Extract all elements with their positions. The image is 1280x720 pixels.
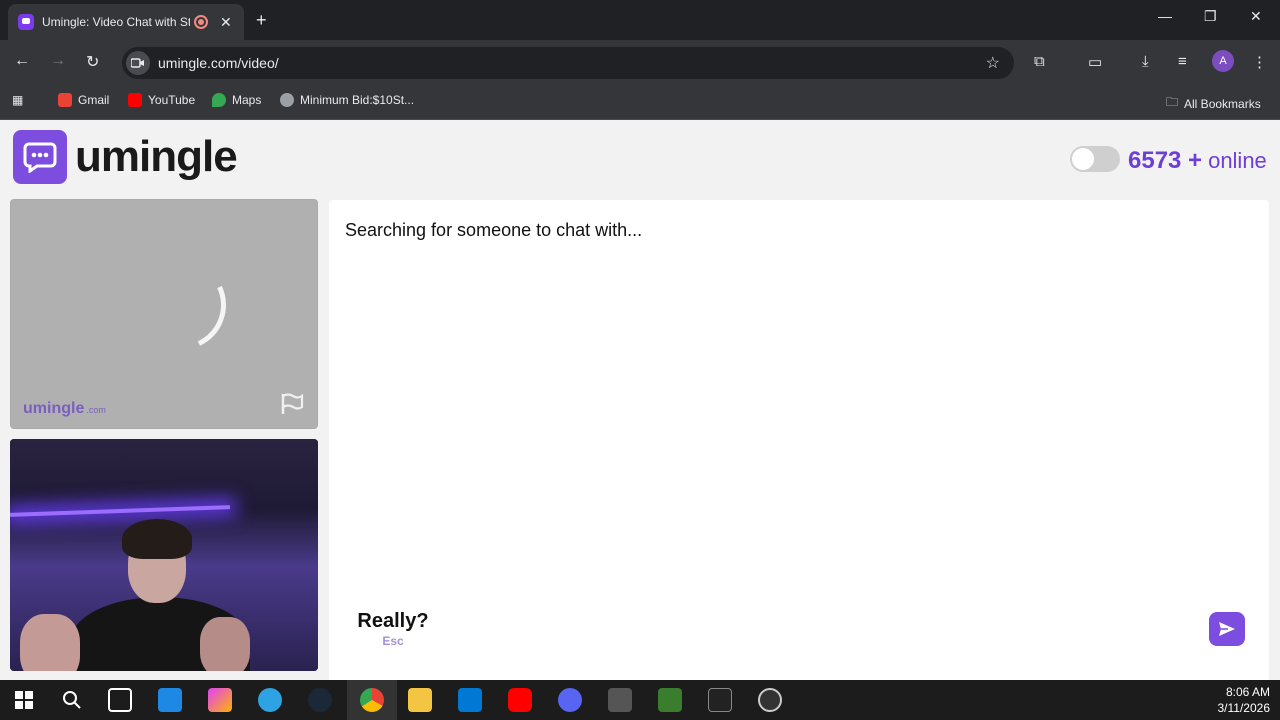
online-label: online bbox=[1208, 148, 1267, 173]
url-text: umingle.com/video/ bbox=[158, 55, 279, 71]
steam-icon[interactable] bbox=[308, 688, 332, 712]
online-count: 6573 + bbox=[1128, 147, 1203, 174]
close-tab-icon[interactable]: ✕ bbox=[220, 14, 232, 31]
new-tab-button[interactable]: + bbox=[256, 10, 267, 31]
browser-toolbar: ← → ↻ umingle.com/video/ ☆ ⧉ ▭ ⤓ ≡ A ⋮ bbox=[0, 40, 1280, 86]
windows-taskbar: 8:06 AM 3/11/2026 bbox=[0, 680, 1280, 720]
online-counter: 6573 + online bbox=[1128, 147, 1267, 175]
youtube-app-icon[interactable] bbox=[508, 688, 532, 712]
extensions-icon[interactable]: ⧉ bbox=[1034, 53, 1045, 70]
bookmark-star-icon[interactable]: ☆ bbox=[986, 53, 1000, 73]
stop-button-label: Really? bbox=[357, 610, 429, 632]
theme-toggle[interactable] bbox=[1070, 146, 1120, 172]
browser-tab[interactable]: Umingle: Video Chat with Strangers ✕ bbox=[8, 4, 244, 40]
toggle-knob bbox=[1072, 148, 1094, 170]
chat-bubble-logo-icon bbox=[13, 130, 67, 184]
umingle-page: umingle 6573 + online umingle .com Searc… bbox=[0, 121, 1280, 697]
outlook-icon[interactable] bbox=[158, 688, 182, 712]
address-bar[interactable]: umingle.com/video/ ☆ bbox=[122, 47, 1014, 79]
stop-button[interactable]: Really? Esc bbox=[329, 587, 457, 671]
bookmarks-bar: ▦ Gmail YouTube Maps Minimum Bid:$10St..… bbox=[0, 86, 1280, 120]
task-view-icon[interactable] bbox=[108, 688, 132, 712]
minimize-icon[interactable]: — bbox=[1158, 8, 1172, 24]
logo-text: umingle bbox=[75, 132, 238, 181]
media-controls-icon[interactable]: ≡ bbox=[1178, 53, 1187, 70]
folder-icon: 🗀 bbox=[1166, 95, 1179, 109]
chrome-icon[interactable] bbox=[360, 688, 384, 712]
capcut-icon[interactable] bbox=[708, 688, 732, 712]
report-flag-icon[interactable] bbox=[279, 392, 305, 416]
close-window-icon[interactable]: ✕ bbox=[1250, 8, 1262, 25]
apps-grid-icon[interactable]: ▦ bbox=[12, 93, 23, 107]
roblox-icon[interactable] bbox=[608, 688, 632, 712]
loading-spinner-icon bbox=[123, 247, 239, 363]
self-video bbox=[10, 439, 318, 671]
back-icon[interactable]: ← bbox=[14, 52, 30, 70]
stop-button-hint: Esc bbox=[382, 634, 404, 648]
search-icon[interactable] bbox=[60, 688, 84, 712]
minecraft-icon[interactable] bbox=[658, 688, 682, 712]
reload-icon[interactable]: ↻ bbox=[86, 52, 99, 72]
bookmark-gmail[interactable]: Gmail bbox=[58, 93, 109, 107]
message-input[interactable] bbox=[467, 587, 1269, 671]
send-icon bbox=[1219, 622, 1235, 636]
maps-icon bbox=[212, 93, 226, 107]
microsoft-store-icon[interactable] bbox=[458, 688, 482, 712]
umingle-favicon-icon bbox=[18, 14, 34, 30]
gmail-icon bbox=[58, 93, 72, 107]
system-clock[interactable]: 8:06 AM 3/11/2026 bbox=[1218, 684, 1271, 716]
cast-icon[interactable]: ▭ bbox=[1088, 53, 1102, 71]
bookmark-youtube[interactable]: YouTube bbox=[128, 93, 195, 107]
site-info-icon[interactable] bbox=[126, 51, 150, 75]
video-watermark: umingle .com bbox=[23, 400, 106, 417]
umingle-logo[interactable]: umingle bbox=[13, 130, 238, 184]
download-icon[interactable]: ⤓ bbox=[1142, 53, 1149, 70]
obs-icon[interactable] bbox=[758, 688, 782, 712]
recording-icon bbox=[194, 15, 208, 29]
clock-time: 8:06 AM bbox=[1225, 685, 1270, 699]
clock-date: 3/11/2026 bbox=[1217, 701, 1271, 715]
globe-icon bbox=[280, 93, 294, 107]
send-button[interactable] bbox=[1209, 612, 1245, 646]
edge-icon[interactable] bbox=[258, 688, 282, 712]
restore-icon[interactable]: ❐ bbox=[1204, 8, 1217, 25]
forward-icon[interactable]: → bbox=[50, 52, 66, 70]
file-explorer-icon[interactable] bbox=[408, 688, 432, 712]
stranger-video: umingle .com bbox=[10, 199, 318, 429]
chat-status: Searching for someone to chat with... bbox=[345, 220, 643, 240]
bookmark-minimum-bid[interactable]: Minimum Bid:$10St... bbox=[280, 93, 414, 107]
windows-start-icon[interactable] bbox=[12, 688, 36, 712]
all-bookmarks-button[interactable]: 🗀 All Bookmarks bbox=[1166, 93, 1261, 114]
discord-icon[interactable] bbox=[558, 688, 582, 712]
tab-title: Umingle: Video Chat with Strangers bbox=[42, 15, 190, 29]
tab-strip: Umingle: Video Chat with Strangers ✕ + —… bbox=[0, 0, 1280, 40]
menu-icon[interactable]: ⋮ bbox=[1252, 53, 1267, 71]
copilot-icon[interactable] bbox=[208, 688, 232, 712]
profile-avatar[interactable]: A bbox=[1212, 50, 1234, 72]
bookmark-maps[interactable]: Maps bbox=[212, 93, 261, 107]
youtube-icon bbox=[128, 93, 142, 107]
